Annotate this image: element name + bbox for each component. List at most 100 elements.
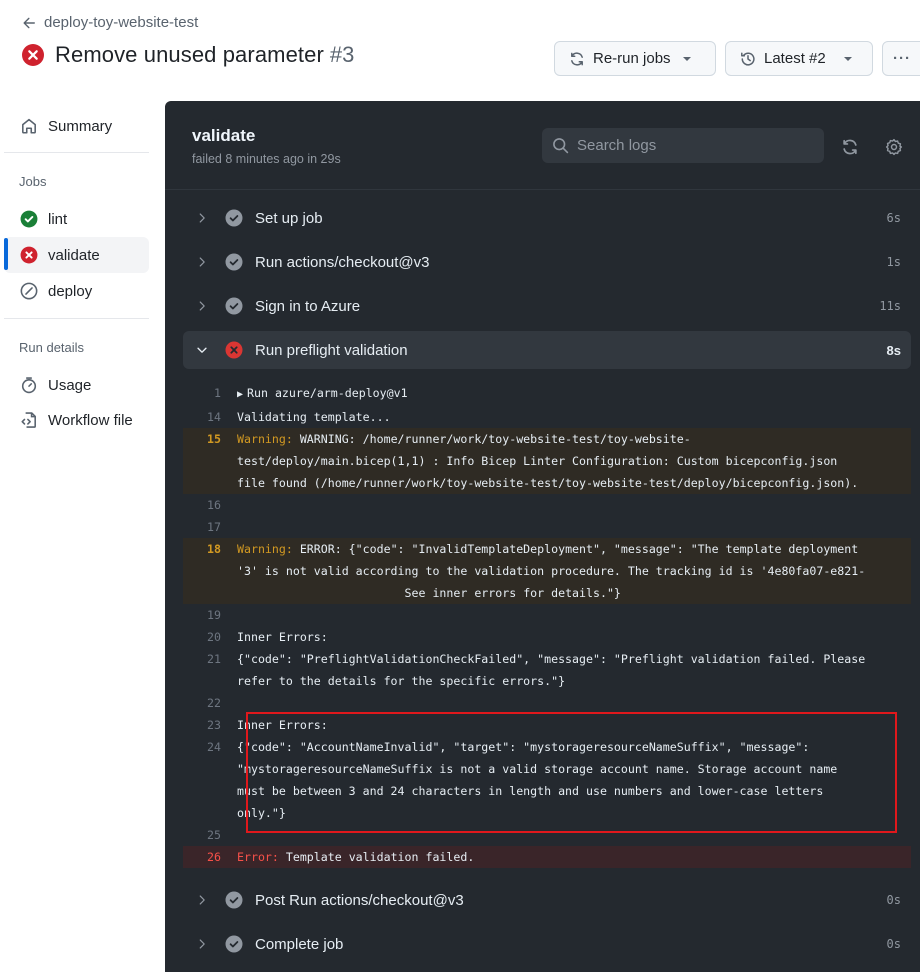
log-text: {"code": "PreflightValidationCheckFailed… xyxy=(237,652,866,688)
more-options-button[interactable]: ··· xyxy=(882,41,920,76)
chevron-right-icon xyxy=(199,301,205,311)
step-name: Complete job xyxy=(255,935,344,953)
sidebar-item-workflow-file[interactable]: Workflow file xyxy=(4,402,149,438)
step-row[interactable]: Complete job 0s xyxy=(183,925,911,963)
line-number[interactable]: 21 xyxy=(183,648,237,692)
line-number[interactable]: 23 xyxy=(183,714,237,736)
step-row[interactable]: Run actions/checkout@v3 1s xyxy=(183,243,911,281)
job-title: validate xyxy=(192,126,256,145)
line-number[interactable]: 18 xyxy=(183,538,237,604)
log-line: 15 Warning: WARNING: /home/runner/work/to… xyxy=(183,428,911,494)
line-number[interactable]: 17 xyxy=(183,516,237,538)
check-circle-fill-icon xyxy=(20,210,38,228)
search-logs-input[interactable] xyxy=(577,137,807,154)
line-number[interactable]: 19 xyxy=(183,604,237,626)
log-line: 21 {"code": "PreflightValidationCheckFail… xyxy=(183,648,911,692)
panel-divider xyxy=(165,189,920,190)
chevron-right-icon xyxy=(199,895,205,905)
step-name: Post Run actions/checkout@v3 xyxy=(255,891,464,909)
file-code-icon xyxy=(21,412,36,428)
chevron-right-icon xyxy=(199,257,205,267)
sidebar-item-lint[interactable]: lint xyxy=(4,201,149,237)
skip-icon xyxy=(20,282,38,300)
stopwatch-icon xyxy=(21,377,37,394)
sync-icon xyxy=(571,51,583,66)
log-text: Inner Errors: xyxy=(237,630,328,644)
latest-attempt-button[interactable]: Latest #2 xyxy=(725,41,873,76)
caret-down-icon xyxy=(843,56,852,61)
line-number[interactable]: 22 xyxy=(183,692,237,714)
sidebar-item-usage[interactable]: Usage xyxy=(4,367,149,403)
line-number[interactable]: 15 xyxy=(183,428,237,494)
log-line: 17 xyxy=(183,516,911,538)
jobs-heading: Jobs xyxy=(19,174,47,189)
line-number[interactable]: 14 xyxy=(183,406,237,428)
sidebar-item-label: deploy xyxy=(48,282,93,300)
step-name: Set up job xyxy=(255,209,323,227)
settings-button[interactable] xyxy=(883,136,905,158)
history-icon xyxy=(741,51,755,65)
error-label: Error: xyxy=(237,850,279,864)
log-line: 24 {"code": "AccountNameInvalid", "target… xyxy=(183,736,911,824)
step-name: Sign in to Azure xyxy=(255,297,361,315)
kebab-horizontal-icon: ··· xyxy=(893,50,911,67)
chevron-down-icon xyxy=(197,347,207,353)
active-indicator xyxy=(4,238,8,270)
search-icon xyxy=(553,138,569,154)
step-row[interactable]: Run preflight validation 8s xyxy=(183,331,911,369)
latest-attempt-label: Latest #2 xyxy=(764,50,826,67)
x-circle-fill-icon xyxy=(225,341,243,359)
check-circle-fill-icon xyxy=(225,297,243,315)
rerun-jobs-button[interactable]: Re-run jobs xyxy=(554,41,716,76)
x-circle-fill-icon xyxy=(20,246,38,264)
step-row[interactable]: Sign in to Azure 11s xyxy=(183,287,911,325)
line-number[interactable]: 1 xyxy=(183,382,237,406)
sidebar-item-validate[interactable]: validate xyxy=(4,237,149,273)
log-text: Inner Errors: xyxy=(237,718,328,732)
check-circle-fill-icon xyxy=(225,253,243,271)
log-text: Warning: WARNING: /home/runner/work/toy-… xyxy=(237,432,859,490)
log-line: 22 xyxy=(183,692,911,714)
gear-icon xyxy=(885,138,903,156)
log-text: Warning: ERROR: {"code": "InvalidTemplat… xyxy=(237,542,866,600)
log-line: 23 Inner Errors: xyxy=(183,714,911,736)
line-number[interactable]: 26 xyxy=(183,846,237,868)
refresh-button[interactable] xyxy=(839,136,861,158)
step-row[interactable]: Set up job 6s xyxy=(183,199,911,237)
rerun-jobs-label: Re-run jobs xyxy=(593,50,671,67)
job-log-panel: validate failed 8 minutes ago in 29s 1▶R… xyxy=(165,101,920,972)
sidebar-item-label: Summary xyxy=(48,117,113,135)
log-line: 18 Warning: ERROR: {"code": "InvalidTempl… xyxy=(183,538,911,604)
search-logs[interactable] xyxy=(542,128,824,163)
sync-icon xyxy=(843,139,857,155)
log-line: 19 xyxy=(183,604,911,626)
log-line: 14 Validating template... xyxy=(183,406,911,428)
step-duration: 11s xyxy=(879,299,901,313)
job-status-text: failed 8 minutes ago in 29s xyxy=(192,152,341,166)
home-icon xyxy=(22,118,36,134)
line-number[interactable]: 24 xyxy=(183,736,237,824)
step-duration: 0s xyxy=(886,937,901,951)
step-duration: 8s xyxy=(886,342,901,358)
check-circle-fill-icon xyxy=(225,891,243,909)
step-duration: 1s xyxy=(886,255,901,269)
step-name: Run preflight validation xyxy=(255,341,408,359)
line-number[interactable]: 25 xyxy=(183,824,237,846)
triangle-right-icon[interactable]: ▶ xyxy=(237,389,243,400)
sidebar-divider xyxy=(4,318,149,319)
step-row[interactable]: Post Run actions/checkout@v3 0s xyxy=(183,881,911,919)
sidebar-item-deploy[interactable]: deploy xyxy=(4,273,149,309)
chevron-right-icon xyxy=(199,213,205,223)
step-log: 1 ▶ Run azure/arm-deploy@v1 14 Validating te… xyxy=(183,382,911,868)
line-number[interactable]: 16 xyxy=(183,494,237,516)
arrow-left-icon xyxy=(23,17,35,28)
log-line: 1 ▶ Run azure/arm-deploy@v1 xyxy=(183,382,911,406)
sidebar-item-summary[interactable]: Summary xyxy=(4,108,149,144)
run-details-heading: Run details xyxy=(19,340,85,355)
back-link[interactable]: deploy-toy-website-test xyxy=(22,14,198,31)
warning-label: Warning: xyxy=(237,432,293,446)
line-number[interactable]: 20 xyxy=(183,626,237,648)
step-duration: 0s xyxy=(886,893,901,907)
